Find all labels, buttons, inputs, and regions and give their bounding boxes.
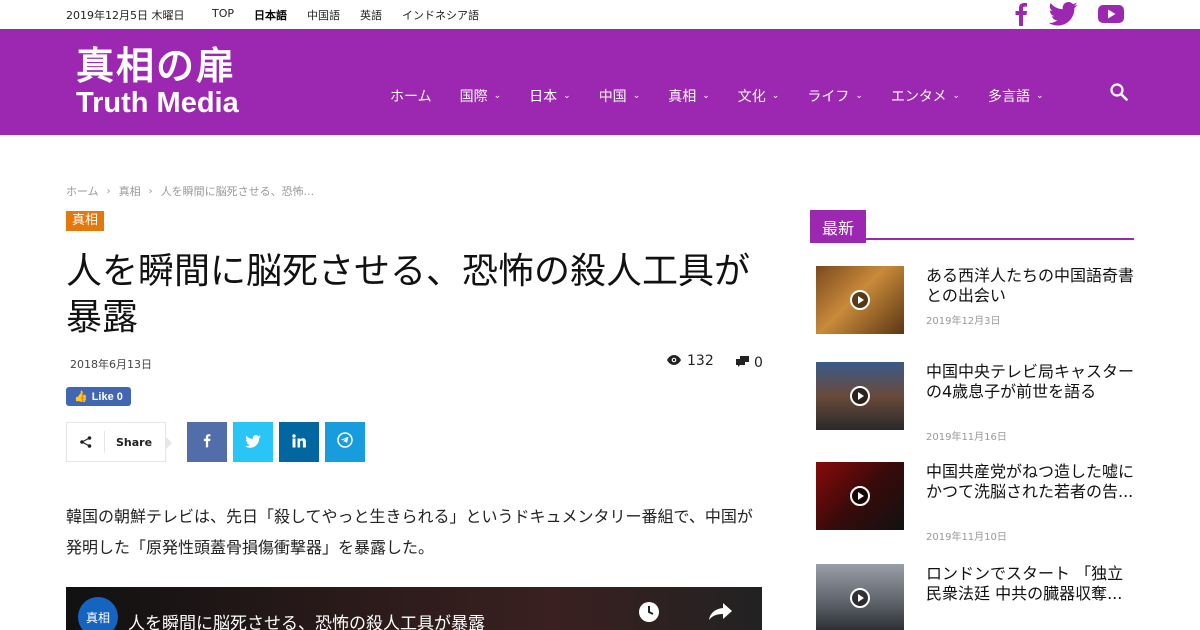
- share-telegram-button[interactable]: [325, 422, 365, 462]
- chevron-down-icon: ⌄: [855, 91, 863, 101]
- nav-culture[interactable]: 文化 ⌄: [738, 86, 780, 106]
- news-title[interactable]: 中国共産党がねつ造した嘘にかつて洗脳された若者の告...: [926, 462, 1136, 502]
- nav-entertainment[interactable]: エンタメ ⌄: [891, 86, 960, 106]
- news-thumbnail[interactable]: [816, 362, 904, 430]
- breadcrumb-home[interactable]: ホーム: [66, 183, 99, 199]
- news-date: 2019年11月10日: [926, 532, 1007, 543]
- breadcrumb: ホーム › 真相 › 人を瞬間に脳死させる、恐怖...: [66, 183, 314, 199]
- category-badge[interactable]: 真相: [66, 211, 105, 231]
- nav-japan[interactable]: 日本 ⌄: [529, 86, 571, 106]
- news-date: 2019年11月16日: [926, 432, 1007, 443]
- facebook-icon: [203, 433, 211, 452]
- top-bar: 2019年12月5日 木曜日 TOP 日本語 中国語 英語 インドネシア語: [0, 0, 1200, 29]
- news-title[interactable]: ロンドンでスタート 「独立民衆法廷 中共の臓器収奪...: [926, 564, 1136, 604]
- article-title: 人を瞬間に脳死させる、恐怖の殺人工具が暴露: [66, 251, 751, 338]
- site-logo[interactable]: 真相の扉 Truth Media: [76, 43, 239, 120]
- nav-china-label: 中国: [598, 89, 627, 105]
- twitter-icon[interactable]: [1048, 2, 1078, 30]
- share-label: Share: [116, 435, 153, 449]
- current-date: 2019年12月5日 木曜日: [66, 9, 185, 22]
- nav-entertainment-label: エンタメ: [890, 89, 947, 105]
- news-thumbnail[interactable]: [816, 564, 904, 630]
- view-count: 132: [667, 353, 714, 369]
- chevron-down-icon: ⌄: [632, 91, 641, 101]
- nav-culture-label: 文化: [737, 89, 766, 105]
- breadcrumb-current: 人を瞬間に脳死させる、恐怖...: [160, 185, 315, 198]
- comment-count[interactable]: 0: [736, 355, 763, 371]
- chevron-down-icon: ⌄: [952, 91, 961, 101]
- site-header: 真相の扉 Truth Media ホーム 国際 ⌄ 日本 ⌄ 中国 ⌄ 真相 ⌄ 文化 ⌄…: [0, 29, 1200, 135]
- watch-later-icon[interactable]: [638, 601, 660, 627]
- play-icon: [850, 386, 870, 406]
- chevron-right-icon: ›: [106, 185, 111, 197]
- share-box: Share: [66, 422, 172, 462]
- nav-international[interactable]: 国際 ⌄: [460, 86, 502, 106]
- breadcrumb-category[interactable]: 真相: [119, 183, 141, 199]
- article-date: 2018年6月13日: [70, 358, 152, 371]
- youtube-icon[interactable]: [1098, 4, 1124, 28]
- lang-japanese[interactable]: 日本語: [254, 7, 287, 23]
- thumbs-up-icon: 👍: [74, 391, 88, 403]
- sidebar-header: 最新: [810, 210, 1134, 243]
- play-icon: [850, 588, 870, 608]
- chevron-down-icon: ⌄: [563, 91, 571, 101]
- lang-top[interactable]: TOP: [212, 7, 234, 23]
- search-icon[interactable]: [1110, 83, 1128, 105]
- chevron-down-icon: ⌄: [493, 91, 502, 101]
- news-title[interactable]: 中国中央テレビ局キャスターの4歳息子が前世を語る: [926, 362, 1136, 402]
- social-links: [1014, 2, 1124, 30]
- lang-english[interactable]: 英語: [360, 7, 382, 23]
- news-thumbnail[interactable]: [816, 266, 904, 334]
- main-nav: ホーム 国際 ⌄ 日本 ⌄ 中国 ⌄ 真相 ⌄ 文化 ⌄ ライフ ⌄ エンタメ ⌄ 多言語 ⌄: [390, 83, 1128, 106]
- nav-truth[interactable]: 真相 ⌄: [668, 86, 710, 106]
- chevron-down-icon: ⌄: [771, 91, 780, 101]
- nav-home-label: ホーム: [390, 89, 432, 105]
- eye-icon: [667, 353, 681, 369]
- chevron-right-icon: ›: [148, 185, 153, 197]
- news-date: 2019年12月3日: [926, 316, 1001, 327]
- news-thumbnail[interactable]: [816, 462, 904, 530]
- nav-international-label: 国際: [459, 89, 488, 105]
- nav-multilingual[interactable]: 多言語 ⌄: [988, 86, 1044, 106]
- share-linkedin-button[interactable]: [279, 422, 319, 462]
- channel-avatar[interactable]: 真相: [78, 597, 118, 630]
- chevron-down-icon: ⌄: [702, 91, 710, 101]
- lang-chinese[interactable]: 中国語: [307, 7, 340, 23]
- facebook-like-button[interactable]: 👍 Like 0: [66, 387, 131, 406]
- view-count-value: 132: [687, 353, 714, 369]
- play-icon: [850, 290, 870, 310]
- logo-english: Truth Media: [76, 87, 239, 119]
- twitter-icon: [245, 433, 261, 452]
- nav-multilingual-label: 多言語: [988, 89, 1031, 105]
- play-icon: [850, 486, 870, 506]
- telegram-icon: [337, 432, 353, 452]
- comment-count-value: 0: [754, 355, 763, 371]
- sidebar-heading: 最新: [810, 210, 867, 243]
- linkedin-icon: [292, 433, 306, 452]
- nav-japan-label: 日本: [529, 89, 558, 105]
- like-label: Like 0: [91, 390, 123, 403]
- comment-icon: [736, 355, 749, 371]
- share-facebook-button[interactable]: [187, 422, 227, 462]
- facebook-icon[interactable]: [1014, 2, 1028, 30]
- nav-china[interactable]: 中国 ⌄: [599, 86, 641, 106]
- share-arrow-icon[interactable]: [708, 601, 734, 625]
- logo-japanese: 真相の扉: [76, 43, 237, 88]
- nav-truth-label: 真相: [668, 89, 697, 105]
- article-body: 韓国の朝鮮テレビは、先日「殺してやっと生きられる」というドキュメンタリー番組で、…: [66, 507, 753, 557]
- lang-indonesian[interactable]: インドネシア語: [402, 7, 479, 23]
- video-player[interactable]: 真相 人を瞬間に脳死させる、恐怖の殺人工具が暴露: [66, 587, 762, 630]
- news-title[interactable]: ある西洋人たちの中国語奇書との出会い: [926, 266, 1136, 306]
- nav-life-label: ライフ: [807, 89, 850, 105]
- share-twitter-button[interactable]: [233, 422, 273, 462]
- chevron-down-icon: ⌄: [1036, 91, 1044, 101]
- language-menu: TOP 日本語 中国語 英語 インドネシア語: [212, 7, 499, 23]
- nav-home[interactable]: ホーム: [390, 86, 432, 106]
- video-title[interactable]: 人を瞬間に脳死させる、恐怖の殺人工具が暴露: [128, 609, 485, 630]
- share-icon: [67, 431, 105, 453]
- channel-avatar-label: 真相: [85, 610, 110, 625]
- nav-life[interactable]: ライフ ⌄: [807, 86, 863, 106]
